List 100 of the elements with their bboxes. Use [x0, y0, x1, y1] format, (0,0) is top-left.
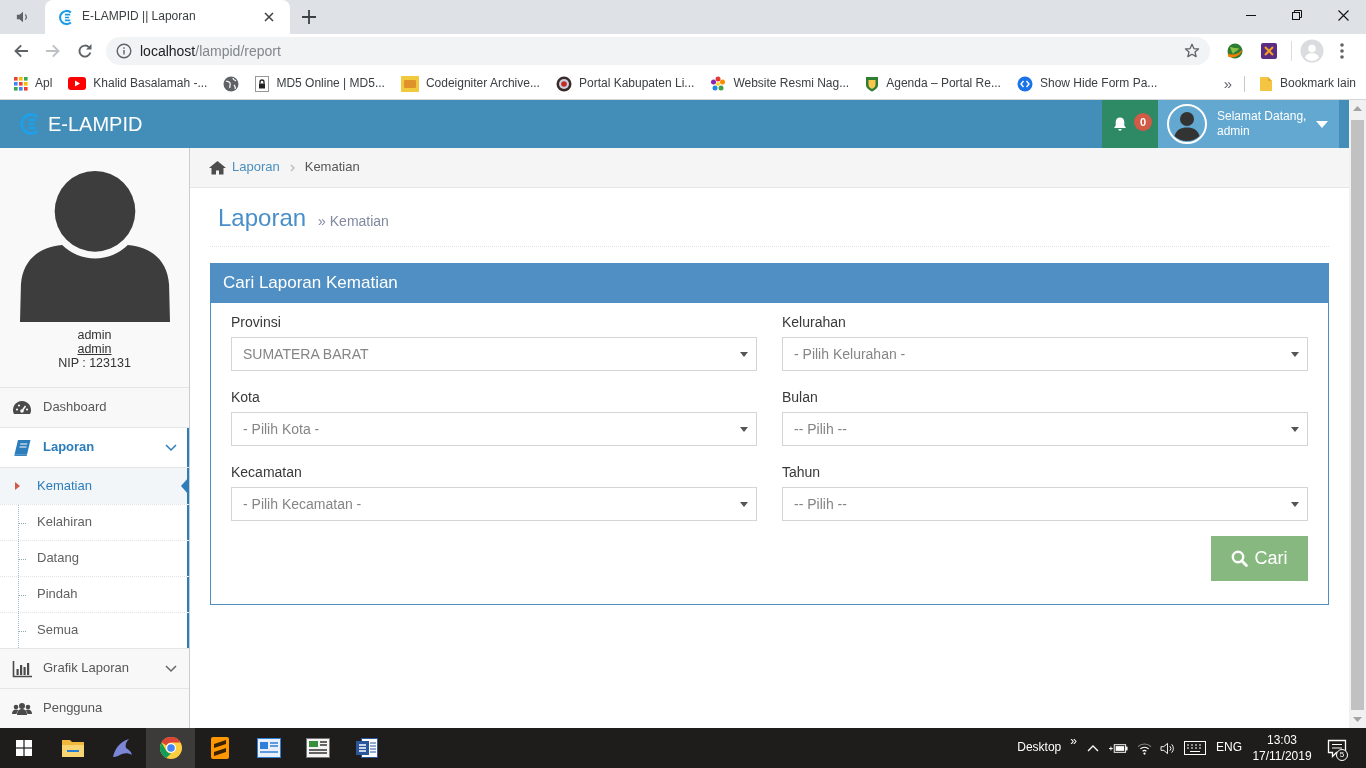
- page-subtitle: » Kematian: [318, 212, 389, 231]
- home-icon[interactable]: [208, 160, 227, 175]
- bar-chart-icon: [12, 659, 32, 678]
- chevron-right-icon: [289, 163, 295, 172]
- extension-icon[interactable]: [1260, 42, 1278, 60]
- word-icon: [354, 736, 379, 760]
- logo-icon: [20, 112, 40, 136]
- restore-icon[interactable]: [1292, 10, 1302, 20]
- caret-down-icon: [1291, 426, 1299, 432]
- close-icon[interactable]: [264, 12, 274, 22]
- lock-page-icon: [255, 75, 270, 92]
- notifications-button[interactable]: 0: [1102, 100, 1158, 148]
- windows-logo-icon: [16, 740, 32, 756]
- book-icon: [12, 438, 32, 457]
- caret-down-icon: [740, 351, 748, 357]
- keyboard-icon[interactable]: [1184, 741, 1206, 755]
- scrollbar-thumb[interactable]: [1351, 120, 1364, 710]
- browser-tab[interactable]: E-LAMPID || Laporan: [45, 0, 290, 34]
- window-app-icon: [256, 738, 281, 758]
- brand-title: E-LAMPID: [48, 112, 143, 137]
- flower-icon: [710, 75, 727, 92]
- notification-center-button[interactable]: 5: [1322, 728, 1352, 768]
- star-icon[interactable]: [1184, 43, 1200, 59]
- notification-count: 5: [1336, 749, 1348, 761]
- bookmark[interactable]: Codeigniter Archive...: [394, 70, 546, 97]
- breadcrumb-current: Kematian: [304, 159, 360, 176]
- reload-icon[interactable]: [77, 43, 93, 59]
- chevron-down-icon: [165, 664, 177, 673]
- bookmark[interactable]: MD5 Online | MD5...: [249, 70, 391, 97]
- caret-down-icon: [740, 501, 748, 507]
- field-label: Kota: [231, 388, 261, 406]
- code-icon: [1016, 75, 1033, 92]
- menu-icon[interactable]: [1340, 43, 1344, 59]
- tile-icon: [400, 75, 419, 92]
- avatar-icon: [1167, 104, 1207, 144]
- shield-icon: [865, 75, 880, 92]
- speaker-icon[interactable]: [1160, 741, 1175, 755]
- language-indicator[interactable]: ENG: [1216, 740, 1242, 756]
- globe-extension-icon[interactable]: [1226, 42, 1244, 60]
- notification-count: 0: [1134, 113, 1152, 131]
- new-tab-icon[interactable]: [302, 10, 316, 24]
- panel-title: Cari Laporan Kematian: [211, 264, 1328, 303]
- menu-item[interactable]: Grafik Laporan: [0, 648, 189, 688]
- select-field[interactable]: SUMATERA BARAT: [231, 337, 757, 371]
- chevron-down-icon: [165, 443, 177, 452]
- document-app-icon: [305, 738, 330, 758]
- globe-icon: [223, 75, 240, 92]
- taskbar-app[interactable]: [146, 728, 195, 768]
- address-bar[interactable]: localhost/lampid/report: [106, 37, 1210, 65]
- select-field[interactable]: -- Pilih --: [782, 412, 1308, 446]
- folder-icon: [60, 738, 85, 758]
- field-label: Provinsi: [231, 313, 282, 331]
- info-icon[interactable]: [116, 43, 132, 59]
- submenu-item[interactable]: Kelahiran: [0, 504, 189, 540]
- caret-down-icon: [1291, 351, 1299, 357]
- select-field[interactable]: - Pilih Kecamatan -: [231, 487, 757, 521]
- folder-icon: [1258, 75, 1273, 92]
- menu-item[interactable]: Laporan: [0, 427, 189, 467]
- close-icon[interactable]: [1337, 9, 1349, 21]
- bookmark[interactable]: Portal Kabupaten Li...: [549, 70, 701, 97]
- back-icon[interactable]: [13, 43, 29, 59]
- sublime-icon: [209, 736, 230, 760]
- bookmark[interactable]: Agenda – Portal Re...: [859, 70, 1007, 97]
- username-link[interactable]: admin: [77, 342, 112, 356]
- user-silhouette-icon: [19, 170, 170, 322]
- bookmark[interactable]: Show Hide Form Pa...: [1010, 70, 1164, 97]
- clock[interactable]: 13:03 17/11/2019: [1248, 732, 1316, 764]
- field-label: Bulan: [782, 388, 819, 406]
- pointer-icon: [181, 477, 189, 495]
- bookmark-folder[interactable]: Bookmark lain: [1252, 70, 1362, 97]
- bookmarks-overflow-button[interactable]: »: [1217, 73, 1238, 94]
- caret-down-icon: [1291, 501, 1299, 507]
- select-field[interactable]: - Pilih Kota -: [231, 412, 757, 446]
- caret-down-icon: [740, 426, 748, 432]
- select-field[interactable]: -- Pilih --: [782, 487, 1308, 521]
- bell-icon: [1112, 116, 1128, 132]
- field-label: Tahun: [782, 463, 822, 481]
- submenu-item[interactable]: Datang: [0, 540, 189, 576]
- select-field[interactable]: - Pilih Kelurahan -: [782, 337, 1308, 371]
- submenu-item[interactable]: Pindah: [0, 576, 189, 612]
- submenu-item[interactable]: Kematian: [0, 468, 189, 504]
- minimize-icon[interactable]: [1246, 14, 1256, 16]
- caret-right-icon: [15, 482, 20, 490]
- wifi-icon[interactable]: [1137, 741, 1152, 755]
- menu-item[interactable]: Pengguna: [0, 688, 189, 728]
- field-label: Kelurahan: [782, 313, 847, 331]
- play-icon: [68, 77, 87, 90]
- apps-grid-icon: [14, 76, 28, 91]
- tray-expand-icon[interactable]: [1087, 744, 1099, 752]
- bookmark[interactable]: Apl: [8, 70, 59, 97]
- page-title: Laporan: [218, 203, 307, 233]
- menu-item[interactable]: Dashboard: [0, 387, 189, 427]
- bookmark[interactable]: Khalid Basalamah -...: [62, 70, 214, 97]
- toolbar-overflow-button[interactable]: »: [1070, 734, 1077, 750]
- desktop-toolbar-label[interactable]: Desktop: [1017, 740, 1062, 756]
- scrollbar[interactable]: [1349, 100, 1366, 728]
- caret-down-icon: [1316, 120, 1329, 128]
- field-label: Kecamatan: [231, 463, 303, 481]
- bookmark[interactable]: Website Resmi Nag...: [704, 70, 856, 97]
- battery-icon[interactable]: [1109, 741, 1128, 755]
